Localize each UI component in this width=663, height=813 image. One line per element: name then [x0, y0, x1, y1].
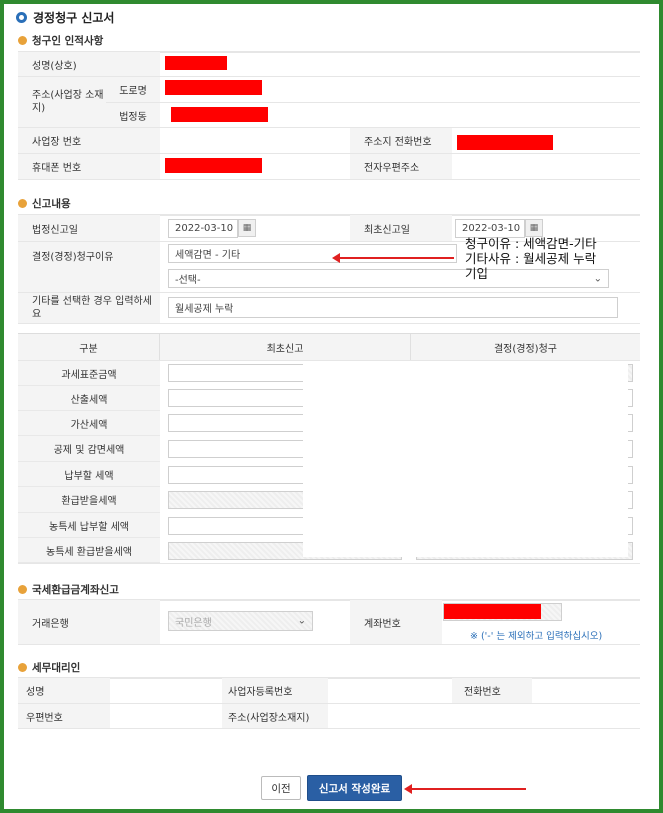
table-row-label: 농특세 환급받을세액: [18, 538, 160, 563]
legal-date-label: 법정신고일: [18, 215, 160, 241]
other-reason-label: 기타를 선택한 경우 입력하세요: [18, 293, 160, 323]
agent-phone-label: 전화번호: [452, 678, 532, 703]
section-refund-account: 국세환급금계좌신고: [18, 582, 119, 597]
redacted-block: [303, 364, 628, 557]
agent-address-label: 주소(사업장소재지): [222, 704, 328, 728]
section-bullet-icon: [18, 199, 27, 208]
section-bullet-icon: [18, 36, 27, 45]
table-row-label: 가산세액: [18, 411, 160, 436]
redacted-name: [165, 56, 227, 70]
annotation-line3: 기입: [465, 266, 489, 281]
redacted-lot-address: [171, 107, 268, 122]
reason-select[interactable]: 세액감면 - 기타: [168, 244, 457, 263]
annotation-text: 청구이유 : 세액감면-기타 기타사유 : 월세공제 누락 기입: [465, 236, 597, 281]
bank-select: 국민은행 ⌄: [168, 611, 313, 631]
annotation-line2: 기타사유 : 월세공제 누락: [465, 251, 597, 266]
section-claimant: 청구인 인적사항: [18, 33, 103, 48]
section-tax-agent-title: 세무대리인: [32, 662, 81, 674]
table-row-label: 산출세액: [18, 386, 160, 411]
section-report-title: 신고내용: [32, 198, 71, 210]
home-phone-label: 주소지 전화번호: [350, 128, 452, 153]
bank-select-value: 국민은행: [175, 617, 212, 629]
section-claimant-title: 청구인 인적사항: [32, 35, 104, 47]
reason-sub-select-value: -선택-: [175, 275, 201, 286]
table-row-label: 공제 및 감면세액: [18, 436, 160, 462]
legal-date-input[interactable]: 2022-03-10: [168, 219, 238, 238]
button-arrow-icon: [404, 784, 526, 794]
reason-label: 결정(경정)청구이유: [18, 242, 160, 292]
annotation-arrow-icon: [332, 253, 454, 263]
lot-label: 법정동: [106, 103, 160, 127]
reason-select-value: 세액감면 - 기타: [175, 250, 241, 261]
name-label: 성명(상호): [18, 52, 160, 76]
other-reason-input[interactable]: 월세공제 누락: [168, 297, 618, 318]
agent-name-label: 성명: [18, 678, 110, 703]
first-date-label: 최초신고일: [350, 215, 452, 241]
redacted-road-address: [165, 80, 262, 95]
bank-label: 거래은행: [18, 600, 160, 644]
table-row-label: 과세표준금액: [18, 361, 160, 386]
annotation-line1: 청구이유 : 세액감면-기타: [465, 236, 597, 251]
biz-no-label: 사업장 번호: [18, 128, 160, 153]
chevron-down-icon: ⌄: [297, 615, 306, 627]
table-header-initial: 최초신고: [160, 334, 411, 360]
table-row-label: 환급받을세액: [18, 487, 160, 513]
page-title-text: 경정청구 신고서: [33, 11, 115, 25]
table-header-claim: 결정(경정)청구: [411, 334, 640, 360]
section-report: 신고내용: [18, 196, 71, 211]
table-header-category: 구분: [18, 334, 160, 360]
email-label: 전자우편주소: [350, 154, 452, 179]
road-label: 도로명: [106, 77, 160, 102]
section-bullet-icon: [18, 663, 27, 672]
account-number-label: 계좌번호: [350, 600, 442, 644]
agent-zip-label: 우편번호: [18, 704, 110, 728]
title-bullet-icon: [16, 12, 27, 23]
mobile-label: 휴대폰 번호: [18, 154, 160, 179]
redacted-account-number: [444, 604, 541, 619]
section-bullet-icon: [18, 585, 27, 594]
redacted-mobile: [165, 158, 262, 173]
account-note: ※ ('-' 는 제외하고 입력하십시오): [470, 631, 603, 642]
section-tax-agent: 세무대리인: [18, 660, 80, 675]
agent-biz-reg-label: 사업자등록번호: [222, 678, 328, 703]
section-refund-account-title: 국세환급금계좌신고: [32, 584, 119, 596]
page-title: 경정청구 신고서: [16, 9, 114, 26]
address-label: 주소(사업장 소재지): [18, 77, 106, 127]
calendar-icon[interactable]: ▦: [525, 219, 543, 237]
redacted-home-phone: [457, 135, 553, 150]
complete-button[interactable]: 신고서 작성완료: [307, 775, 402, 801]
prev-button[interactable]: 이전: [261, 776, 301, 800]
calendar-icon[interactable]: ▦: [238, 219, 256, 237]
table-row-label: 농특세 납부할 세액: [18, 513, 160, 538]
table-row-label: 납부할 세액: [18, 462, 160, 487]
